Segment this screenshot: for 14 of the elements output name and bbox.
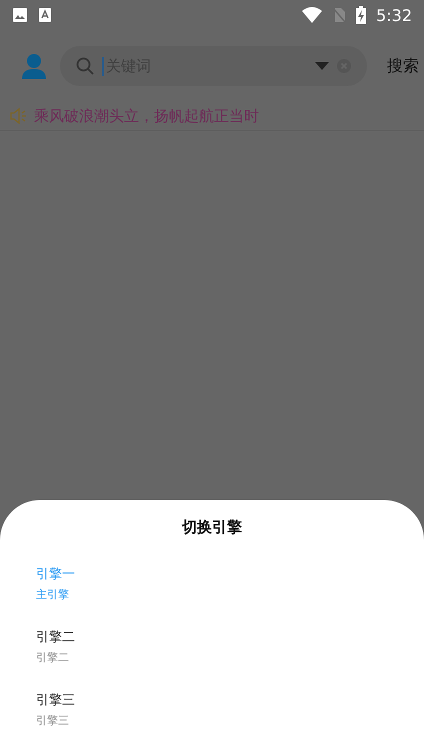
speaker-icon — [10, 107, 28, 125]
engine-option[interactable]: 引擎三 引擎三 — [36, 691, 75, 728]
wifi-icon — [302, 7, 322, 23]
engine-option[interactable]: 引擎二 引擎二 — [36, 628, 75, 665]
letter-a-notification-icon — [38, 7, 52, 23]
image-notification-icon — [12, 7, 28, 23]
user-avatar-icon[interactable] — [22, 53, 46, 79]
sheet-title: 切换引擎 — [180, 518, 243, 537]
search-icon — [76, 57, 94, 75]
dropdown-caret-icon[interactable] — [315, 62, 329, 70]
status-time: 5:32 — [376, 6, 412, 24]
no-sim-icon — [332, 7, 346, 23]
notice-text: 乘风破浪潮头立，扬帆起航正当时 — [34, 106, 259, 126]
battery-charging-icon — [356, 6, 366, 24]
